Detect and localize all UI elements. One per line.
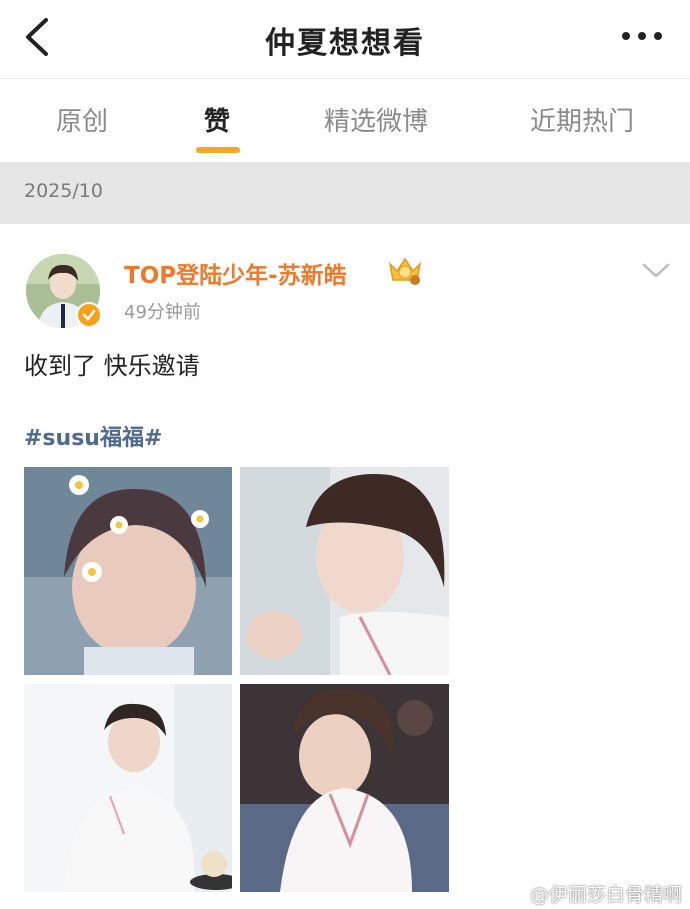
active-tab-indicator (196, 147, 240, 153)
post-text: 收到了 快乐邀请 (24, 352, 200, 380)
crown-icon (386, 254, 424, 286)
watermark-text: @伊丽莎白骨精啊 (529, 884, 682, 906)
more-dot (638, 32, 646, 40)
verified-badge-icon (76, 302, 102, 328)
date-separator: 2025/10 (0, 162, 690, 224)
post-photo-4[interactable] (240, 684, 449, 892)
watermark: @伊丽莎白骨精啊 (502, 880, 682, 907)
post-photo-1[interactable] (24, 467, 232, 675)
chevron-down-icon[interactable] (640, 260, 672, 282)
tab-bar: 原创 赞 精选微博 近期热门 (0, 78, 690, 162)
tab-recent-hot[interactable]: 近期热门 (530, 101, 634, 138)
post-time: 49分钟前 (124, 302, 201, 323)
tab-original[interactable]: 原创 (56, 101, 108, 138)
more-dot (622, 32, 630, 40)
date-label: 2025/10 (24, 180, 103, 202)
more-button[interactable] (622, 28, 662, 44)
tab-featured[interactable]: 精选微博 (324, 101, 428, 138)
top-bar: 仲夏想想看 (0, 0, 690, 78)
author-name[interactable]: TOP登陆少年-苏新皓 (124, 256, 347, 290)
post-photo-2[interactable] (240, 467, 449, 675)
tab-likes[interactable]: 赞 (204, 101, 230, 138)
weibo-logo-icon (502, 886, 523, 903)
post-card[interactable]: TOP登陆少年-苏新皓 49分钟前 收到了 快乐邀请 #susu福福# (0, 224, 690, 909)
hashtag-link[interactable]: #susu福福# (24, 420, 162, 452)
page-title: 仲夏想想看 (265, 26, 425, 61)
post-photo-3[interactable] (24, 684, 232, 892)
more-dot (654, 32, 662, 40)
